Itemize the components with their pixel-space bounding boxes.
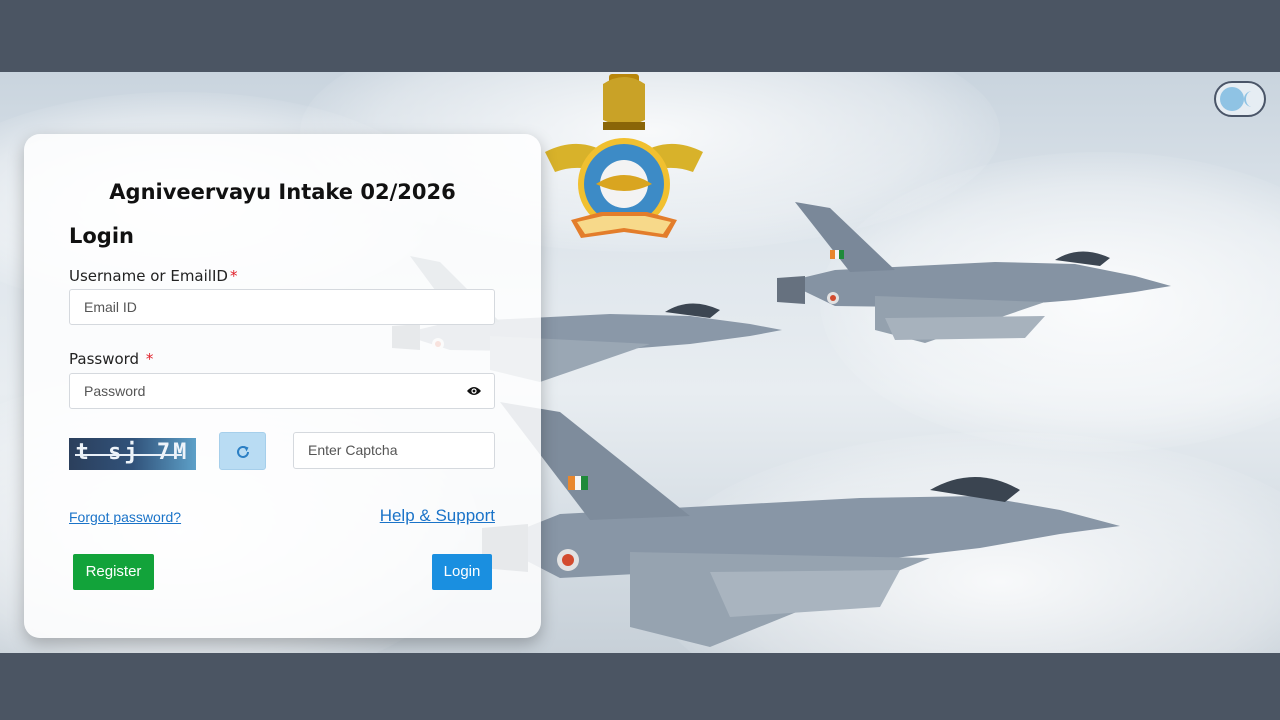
username-label-text: Username or EmailID: [69, 267, 228, 285]
username-label: Username or EmailID *: [69, 267, 237, 285]
eye-icon[interactable]: [466, 385, 482, 397]
captcha-input[interactable]: Enter Captcha: [293, 432, 495, 469]
password-label-text: Password: [69, 350, 140, 368]
help-support-link[interactable]: Help & Support: [380, 506, 495, 526]
captcha-text: t sj 7M: [75, 440, 190, 465]
password-label: Password *: [69, 350, 153, 368]
login-button[interactable]: Login: [432, 554, 492, 590]
login-heading: Login: [69, 224, 134, 248]
forgot-password-link[interactable]: Forgot password?: [69, 509, 181, 525]
register-button[interactable]: Register: [73, 554, 154, 590]
fighter-jet-image: [482, 402, 1120, 647]
password-input[interactable]: Password: [69, 373, 495, 409]
required-marker: *: [229, 267, 238, 285]
login-card: Agniveervayu Intake 02/2026 Login Userna…: [24, 134, 541, 638]
refresh-captcha-button[interactable]: [219, 432, 266, 470]
username-placeholder: Email ID: [84, 299, 137, 315]
captcha-strike: [75, 454, 182, 456]
captcha-image: t sj 7M: [69, 438, 196, 470]
required-marker: *: [145, 350, 154, 368]
page-title: Agniveervayu Intake 02/2026: [109, 180, 456, 204]
fighter-jet-image: [777, 202, 1171, 343]
refresh-icon: [237, 445, 249, 458]
toggle-knob: [1220, 87, 1244, 111]
moon-icon: [1244, 91, 1252, 107]
username-input[interactable]: Email ID: [69, 289, 495, 325]
background-viewport: Agniveervayu Intake 02/2026 Login Userna…: [0, 72, 1280, 653]
password-placeholder: Password: [84, 383, 146, 399]
iaf-emblem-icon: [545, 74, 703, 238]
theme-toggle[interactable]: [1214, 81, 1266, 117]
captcha-placeholder: Enter Captcha: [308, 442, 398, 458]
